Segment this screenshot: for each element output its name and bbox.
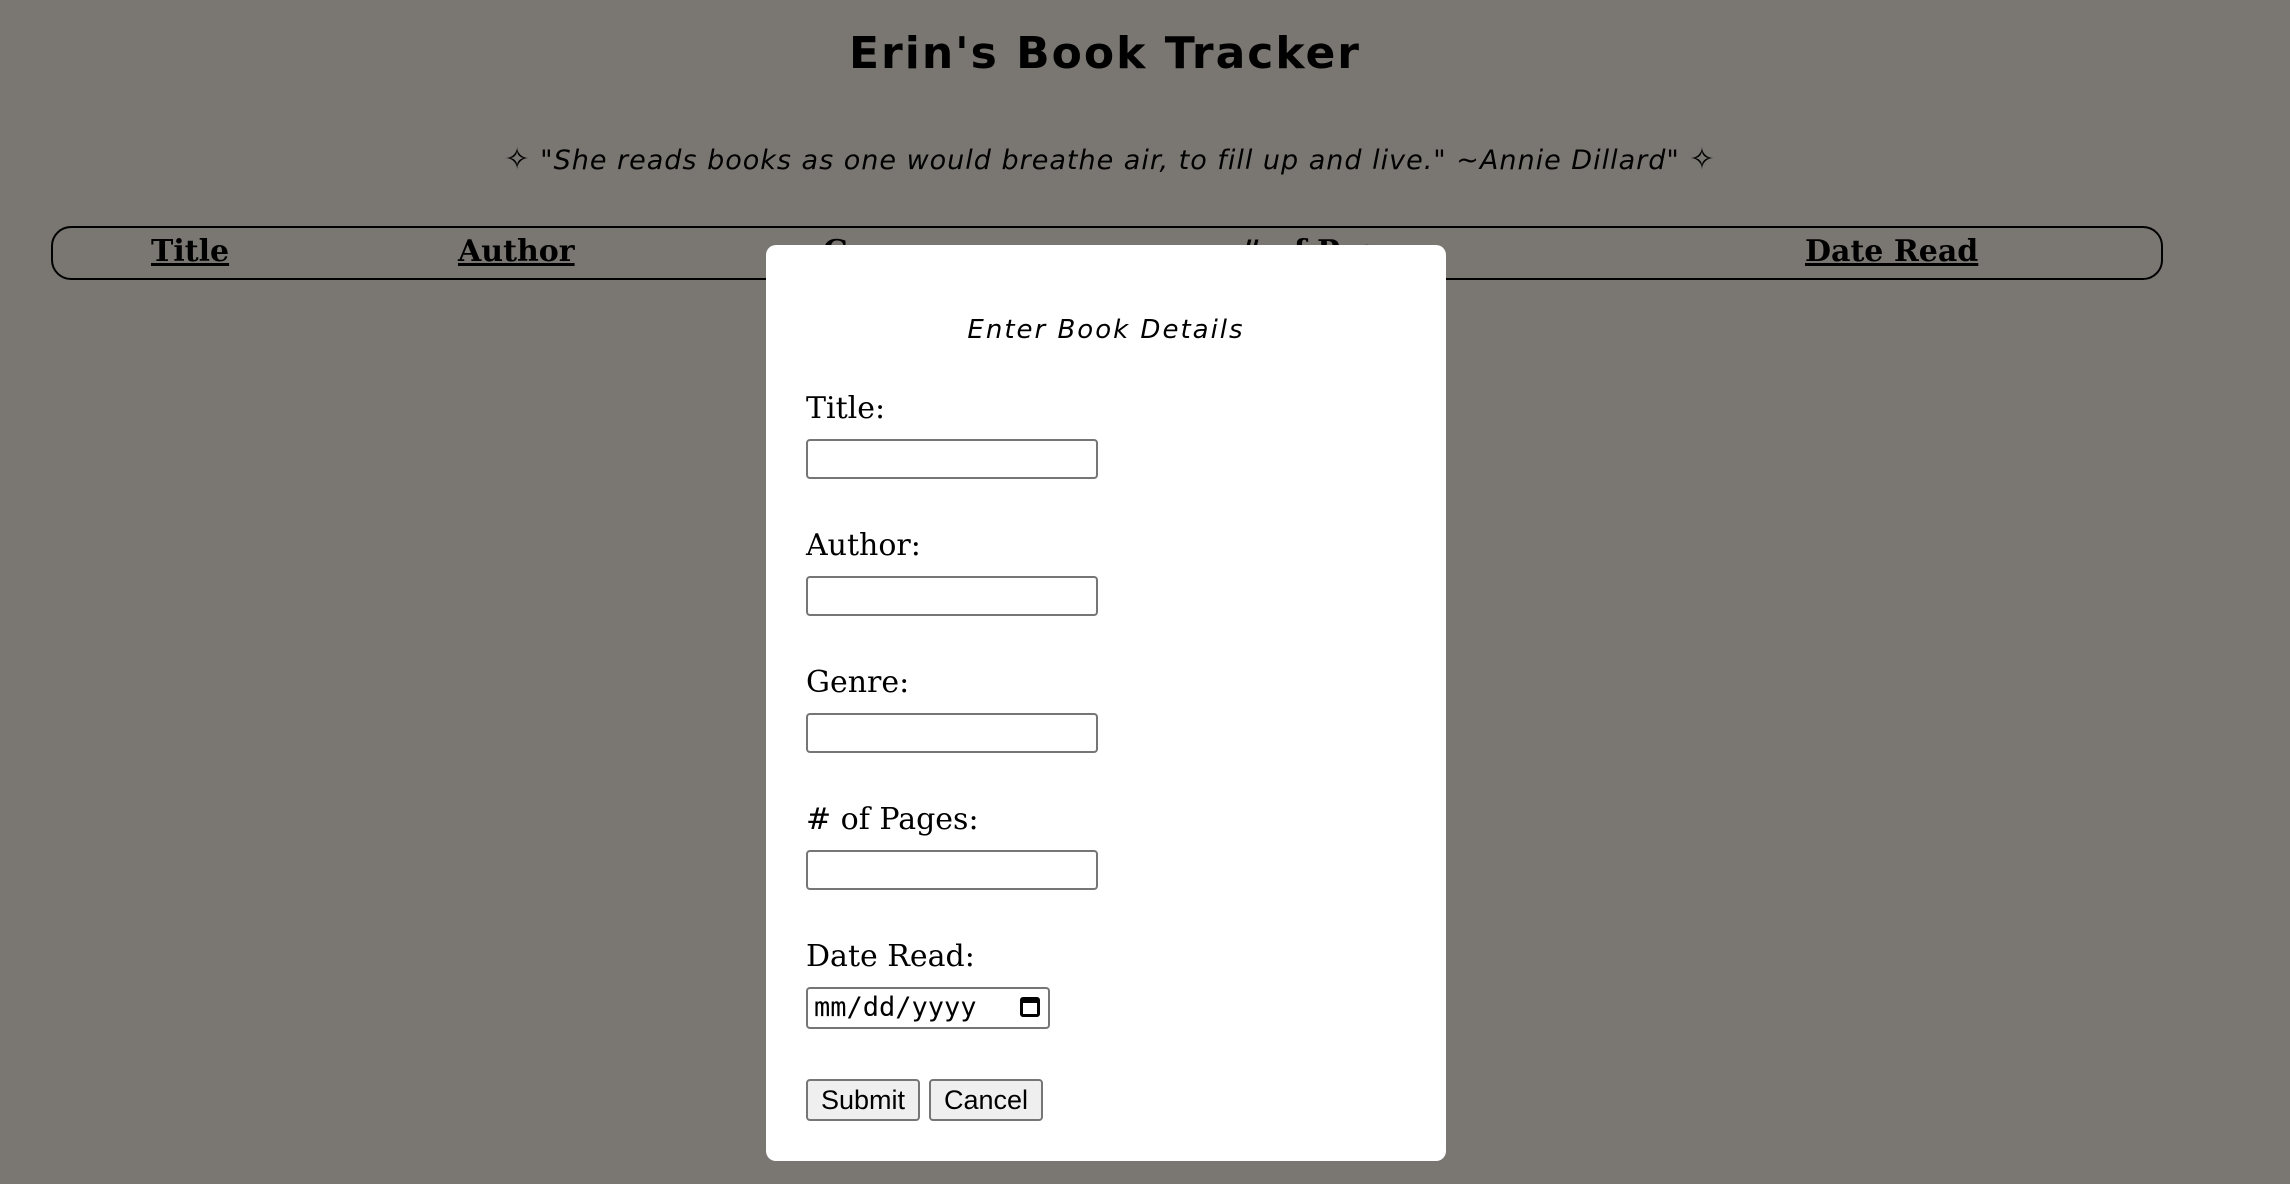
sparkle-icon: ✧ (1689, 142, 1716, 177)
calendar-icon[interactable] (1020, 997, 1040, 1017)
cancel-button[interactable]: Cancel (929, 1079, 1043, 1121)
title-label: Title: (806, 391, 886, 426)
column-header-title[interactable]: Title (151, 234, 229, 269)
date-read-input[interactable]: mm/dd/yyyy (806, 987, 1050, 1029)
add-book-modal: Enter Book Details Title: Author: Genre:… (766, 245, 1446, 1161)
genre-label: Genre: (806, 665, 910, 700)
column-header-date-read[interactable]: Date Read (1805, 234, 1978, 269)
date-read-placeholder: mm/dd/yyyy (814, 992, 977, 1023)
modal-title: Enter Book Details (967, 315, 1245, 345)
genre-input[interactable] (806, 713, 1098, 753)
submit-button[interactable]: Submit (806, 1079, 920, 1121)
quote-text: "She reads books as one would breathe ai… (540, 145, 1680, 176)
author-input[interactable] (806, 576, 1098, 616)
sparkle-icon: ✧ (504, 142, 531, 177)
author-label: Author: (806, 528, 921, 563)
title-input[interactable] (806, 439, 1098, 479)
app-title: Erin's Book Tracker (849, 28, 1361, 79)
quote: ✧ "She reads books as one would breathe … (0, 142, 2220, 177)
column-header-author[interactable]: Author (458, 234, 575, 269)
date-read-label: Date Read: (806, 939, 975, 974)
pages-input[interactable] (806, 850, 1098, 890)
pages-label: # of Pages: (806, 802, 979, 837)
